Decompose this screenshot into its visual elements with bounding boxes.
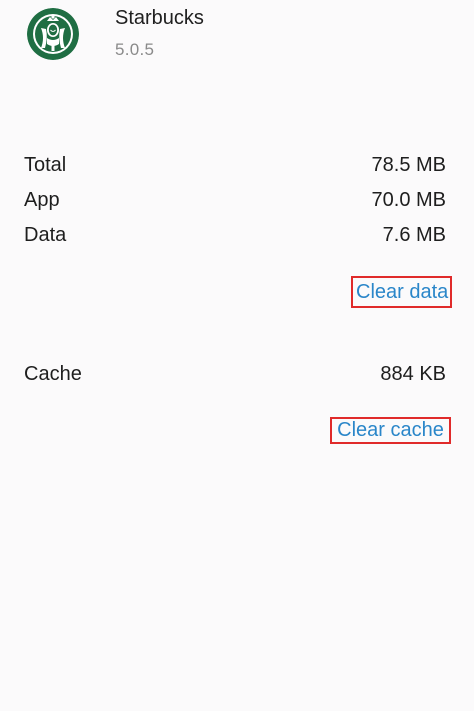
app-header: Starbucks 5.0.5: [0, 0, 474, 80]
clear-data-button[interactable]: Clear data: [351, 276, 452, 308]
storage-label: Data: [24, 224, 67, 246]
storage-row-data: Data 7.6 MB: [24, 222, 446, 248]
cache-row: Cache 884 KB: [24, 361, 446, 387]
starbucks-logo-icon: [27, 8, 79, 60]
storage-label: Total: [24, 154, 67, 176]
storage-row-total: Total 78.5 MB: [24, 152, 446, 178]
app-version: 5.0.5: [115, 40, 155, 59]
cache-label: Cache: [24, 363, 82, 385]
storage-row-app: App 70.0 MB: [24, 187, 446, 213]
app-name: Starbucks: [115, 7, 204, 29]
storage-value: 70.0 MB: [371, 189, 446, 211]
storage-label: App: [24, 189, 60, 211]
storage-value: 7.6 MB: [382, 224, 446, 246]
cache-value: 884 KB: [380, 363, 446, 385]
clear-cache-button[interactable]: Clear cache: [330, 417, 451, 444]
storage-value: 78.5 MB: [371, 154, 446, 176]
